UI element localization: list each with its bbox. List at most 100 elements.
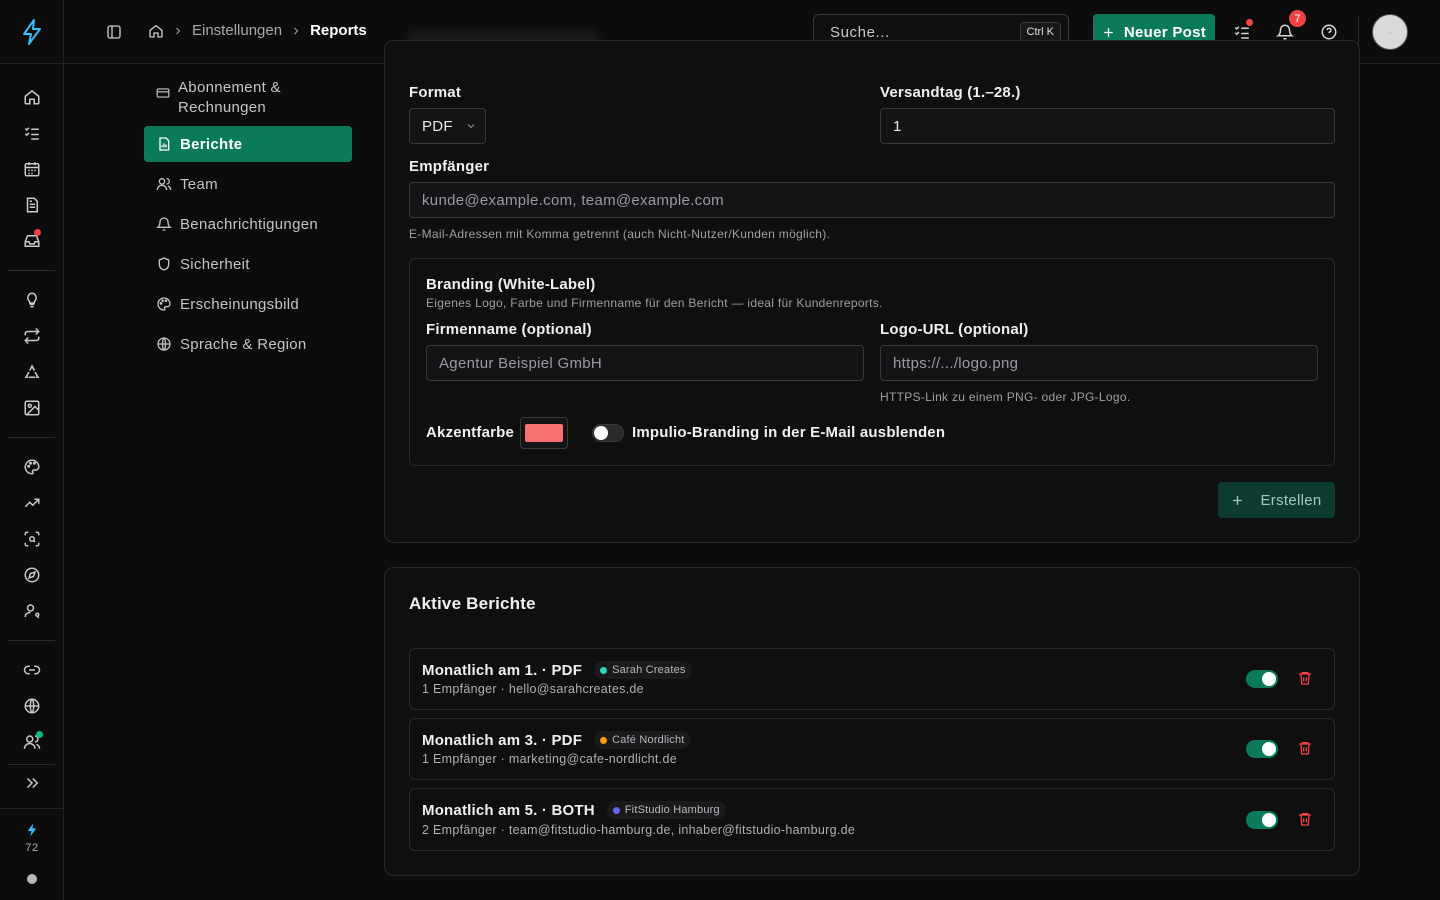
shield-icon: [156, 256, 172, 272]
recipients-input[interactable]: kunde@example.com, team@example.com: [409, 182, 1335, 218]
users-icon: [156, 176, 172, 192]
client-chip: FitStudio Hamburg: [606, 801, 726, 819]
hide-branding-label: Impulio-Branding in der E-Mail ausblende…: [632, 424, 946, 441]
avatar[interactable]: ○: [1372, 14, 1408, 50]
nav-item-language[interactable]: Sprache & Region: [144, 326, 352, 362]
breadcrumb-settings[interactable]: Einstellungen: [192, 22, 282, 39]
checklist-icon[interactable]: [20, 121, 44, 145]
image-icon[interactable]: [20, 396, 44, 420]
home-icon[interactable]: [20, 85, 44, 109]
team-icon[interactable]: [20, 730, 44, 754]
expand-sidebar-icon[interactable]: [20, 771, 44, 795]
nav-item-label: Benachrichtigungen: [180, 215, 318, 233]
sidebar-toggle-icon[interactable]: [106, 24, 122, 40]
accent-color-label: Akzentfarbe: [426, 424, 515, 441]
recycle-icon[interactable]: [20, 360, 44, 384]
inbox-icon[interactable]: [20, 229, 44, 253]
logo-url-help: HTTPS-Link zu einem PNG- oder JPG-Logo.: [880, 390, 1131, 404]
app-sidebar: 72: [0, 0, 64, 900]
status-indicator: [27, 874, 37, 884]
user-search-icon[interactable]: [20, 599, 44, 623]
repeat-icon[interactable]: [20, 324, 44, 348]
trash-icon[interactable]: [1297, 740, 1315, 758]
nav-item-label: Sicherheit: [180, 255, 250, 273]
trash-icon[interactable]: [1297, 811, 1315, 829]
hide-branding-toggle[interactable]: [592, 424, 624, 442]
report-enabled-toggle[interactable]: [1246, 740, 1278, 758]
trash-icon[interactable]: [1297, 670, 1315, 688]
credits-bolt-icon: [26, 823, 38, 837]
format-value: PDF: [422, 117, 453, 135]
toggle-knob: [1262, 813, 1276, 827]
credit-card-icon: [156, 86, 170, 100]
nav-item-security[interactable]: Sicherheit: [144, 246, 352, 282]
company-input[interactable]: Agentur Beispiel GmbH: [426, 345, 864, 381]
client-name: FitStudio Hamburg: [624, 804, 720, 816]
report-recipients: 1 Empfänger · marketing@cafe-nordlicht.d…: [422, 752, 677, 766]
client-chip: Café Nordlicht: [594, 731, 691, 749]
credits-panel: [0, 808, 64, 900]
report-title: Monatlich am 5. · BOTH: [422, 801, 595, 819]
report-title: Monatlich am 1. · PDF: [422, 661, 583, 679]
format-select[interactable]: PDF: [409, 108, 486, 144]
send-day-input[interactable]: 1: [880, 108, 1335, 144]
report-title-line: Monatlich am 5. · BOTH FitStudio Hamburg: [422, 801, 726, 819]
home-icon[interactable]: [148, 23, 164, 39]
toggle-knob: [594, 426, 608, 440]
trending-up-icon[interactable]: [20, 491, 44, 515]
chevron-down-icon: [465, 120, 477, 132]
logo-url-label: Logo-URL (optional): [880, 321, 1029, 338]
compass-icon[interactable]: [20, 563, 44, 587]
report-recipients: 2 Empfänger · team@fitstudio-hamburg.de,…: [422, 823, 856, 837]
globe-icon[interactable]: [20, 694, 44, 718]
nav-item-reports[interactable]: Berichte: [144, 126, 352, 162]
divider: [1358, 16, 1359, 48]
status-dot: [36, 731, 43, 738]
report-title-line: Monatlich am 1. · PDF Sarah Creates: [422, 661, 692, 679]
calendar-icon[interactable]: [20, 157, 44, 181]
branding-subtitle: Eigenes Logo, Farbe und Firmenname für d…: [426, 296, 883, 310]
divider: [8, 640, 55, 641]
report-enabled-toggle[interactable]: [1246, 811, 1278, 829]
create-label: Erstellen: [1260, 491, 1322, 509]
nav-item-label: Erscheinungsbild: [180, 295, 300, 313]
nav-item-appearance[interactable]: Erscheinungsbild: [144, 286, 352, 322]
nav-item-label: Abonnement & Rechnungen: [178, 79, 281, 116]
app-logo[interactable]: [0, 0, 64, 64]
report-row: Monatlich am 5. · BOTH FitStudio Hamburg…: [409, 788, 1335, 851]
scan-search-icon[interactable]: [20, 527, 44, 551]
search-shortcut: Ctrl K: [1019, 22, 1061, 42]
divider: [8, 270, 55, 271]
format-label: Format: [409, 84, 462, 101]
accent-color-swatch: [525, 424, 563, 442]
create-button[interactable]: Erstellen: [1218, 482, 1335, 518]
report-row: Monatlich am 1. · PDF Sarah Creates 1 Em…: [409, 648, 1335, 710]
report-title: Monatlich am 3. · PDF: [422, 731, 583, 749]
nav-item-team[interactable]: Team: [144, 166, 352, 202]
report-title-line: Monatlich am 3. · PDF Café Nordlicht: [422, 731, 691, 749]
company-label: Firmenname (optional): [426, 321, 592, 338]
toggle-knob: [1262, 672, 1276, 686]
recipients-label: Empfänger: [409, 158, 490, 175]
logo-url-input[interactable]: https://.../logo.png: [880, 345, 1318, 381]
accent-color-picker[interactable]: [520, 417, 568, 449]
nav-item-label: Team: [180, 175, 218, 193]
report-enabled-toggle[interactable]: [1246, 670, 1278, 688]
client-color-dot: [600, 666, 608, 674]
report-recipients: 1 Empfänger · hello@sarahcreates.de: [422, 682, 644, 696]
nav-item-notifications[interactable]: Benachrichtigungen: [144, 206, 352, 242]
bolt-logo-icon: [23, 18, 41, 45]
link-icon[interactable]: [20, 658, 44, 682]
credits-count: 72: [25, 842, 39, 854]
tasks-alert-dot: [1246, 19, 1253, 26]
palette-icon: [156, 296, 172, 312]
nav-item-billing[interactable]: Abonnement & Rechnungen: [144, 74, 352, 122]
lightbulb-icon[interactable]: [20, 288, 44, 312]
toggle-knob: [1262, 742, 1276, 756]
document-icon[interactable]: [20, 193, 44, 217]
new-post-label: Neuer Post: [1123, 23, 1207, 41]
divider: [8, 437, 55, 438]
palette-icon[interactable]: [20, 455, 44, 479]
send-day-label: Versandtag (1.–28.): [880, 84, 1021, 101]
branding-title: Branding (White-Label): [426, 276, 596, 293]
